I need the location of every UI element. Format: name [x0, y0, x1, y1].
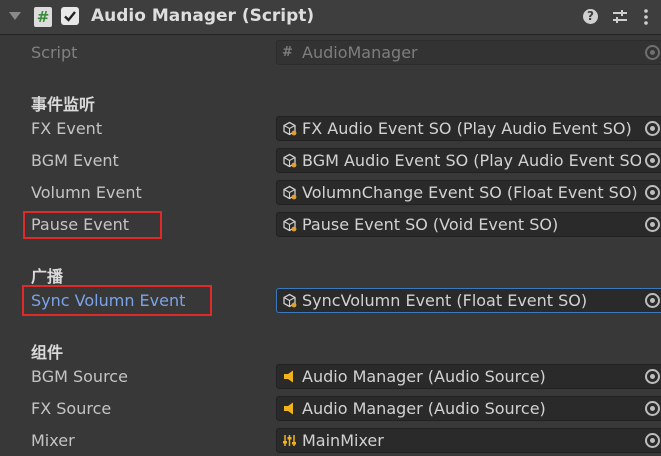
scriptable-object-icon — [283, 217, 297, 232]
target-icon — [645, 293, 660, 308]
target-icon — [645, 217, 660, 232]
sync-volumn-event-label: Sync Volumn Event — [31, 291, 186, 310]
object-picker-button — [641, 41, 661, 64]
section-title-broadcast: 广播 — [31, 267, 64, 286]
object-picker-button[interactable] — [641, 429, 661, 452]
target-icon — [645, 369, 660, 384]
target-icon — [645, 45, 660, 60]
target-icon — [645, 185, 660, 200]
script-hash-icon: # — [282, 45, 293, 60]
fx-event-row: FX Event FX Audio Event SO (Play Audio E… — [0, 114, 661, 144]
mixer-row: Mixer MainMixer — [0, 426, 661, 456]
bgm-event-value: BGM Audio Event SO (Play Audio Event SO) — [302, 151, 649, 170]
mixer-value: MainMixer — [302, 431, 384, 450]
pause-event-value: Pause Event SO (Void Event SO) — [302, 215, 559, 234]
bgm-source-label: BGM Source — [31, 367, 128, 386]
object-picker-button[interactable] — [641, 289, 661, 312]
bgm-event-row: BGM Event BGM Audio Event SO (Play Audio… — [0, 146, 661, 176]
foldout-arrow-icon[interactable] — [9, 12, 21, 20]
target-icon — [645, 121, 660, 136]
sync-volumn-event-value: SyncVolumn Event (Float Event SO) — [302, 291, 588, 310]
target-icon — [645, 401, 660, 416]
pause-event-row: Pause Event Pause Event SO (Void Event S… — [0, 210, 661, 240]
audio-source-icon — [284, 370, 293, 383]
component-enable-checkbox[interactable] — [61, 7, 79, 25]
bgm-source-row: BGM Source Audio Manager (Audio Source) — [0, 362, 661, 392]
scriptable-object-icon — [283, 121, 297, 136]
help-icon[interactable]: ? — [583, 9, 598, 24]
object-picker-button[interactable] — [641, 365, 661, 388]
fx-source-value: Audio Manager (Audio Source) — [302, 399, 546, 418]
object-picker-button[interactable] — [641, 149, 661, 172]
scriptable-object-icon — [283, 153, 297, 168]
audio-mixer-icon — [283, 435, 296, 446]
mixer-field[interactable]: MainMixer — [276, 428, 661, 453]
script-field: # AudioManager — [276, 40, 661, 65]
scriptable-object-icon — [283, 293, 297, 308]
bgm-source-field[interactable]: Audio Manager (Audio Source) — [276, 364, 661, 389]
fx-source-label: FX Source — [31, 399, 112, 418]
script-label: Script — [31, 43, 78, 62]
object-picker-button[interactable] — [641, 397, 661, 420]
fx-event-value: FX Audio Event SO (Play Audio Event SO) — [302, 119, 632, 138]
volumn-event-row: Volumn Event VolumnChange Event SO (Floa… — [0, 178, 661, 208]
audio-source-icon — [284, 402, 293, 415]
script-row: Script # AudioManager — [0, 38, 661, 68]
volumn-event-label: Volumn Event — [31, 183, 142, 202]
sync-volumn-event-row: Sync Volumn Event SyncVolumn Event (Floa… — [0, 286, 661, 316]
script-icon: # — [34, 7, 52, 27]
pause-event-field[interactable]: Pause Event SO (Void Event SO) — [276, 212, 661, 237]
more-menu-icon[interactable] — [643, 8, 649, 26]
presets-icon[interactable] — [611, 8, 629, 26]
scriptable-object-icon — [283, 185, 297, 200]
object-picker-button[interactable] — [641, 181, 661, 204]
fx-source-field[interactable]: Audio Manager (Audio Source) — [276, 396, 661, 421]
fx-event-label: FX Event — [31, 119, 103, 138]
fx-source-row: FX Source Audio Manager (Audio Source) — [0, 394, 661, 424]
mixer-label: Mixer — [31, 431, 75, 450]
script-value: AudioManager — [302, 43, 418, 62]
fx-event-field[interactable]: FX Audio Event SO (Play Audio Event SO) — [276, 116, 661, 141]
section-title-components: 组件 — [31, 343, 64, 362]
target-icon — [645, 433, 660, 448]
pause-event-label: Pause Event — [31, 215, 129, 234]
bgm-source-value: Audio Manager (Audio Source) — [302, 367, 546, 386]
volumn-event-value: VolumnChange Event SO (Float Event SO) — [302, 183, 638, 202]
volumn-event-field[interactable]: VolumnChange Event SO (Float Event SO) — [276, 180, 661, 205]
target-icon — [645, 153, 660, 168]
component-title: Audio Manager (Script) — [91, 6, 315, 26]
bgm-event-field[interactable]: BGM Audio Event SO (Play Audio Event SO) — [276, 148, 661, 173]
object-picker-button[interactable] — [641, 117, 661, 140]
sync-volumn-event-field[interactable]: SyncVolumn Event (Float Event SO) — [276, 288, 661, 313]
checkmark-icon — [64, 11, 76, 22]
object-picker-button[interactable] — [641, 213, 661, 236]
bgm-event-label: BGM Event — [31, 151, 119, 170]
component-header: # Audio Manager (Script) ? — [0, 0, 661, 35]
section-title-events: 事件监听 — [31, 95, 96, 114]
